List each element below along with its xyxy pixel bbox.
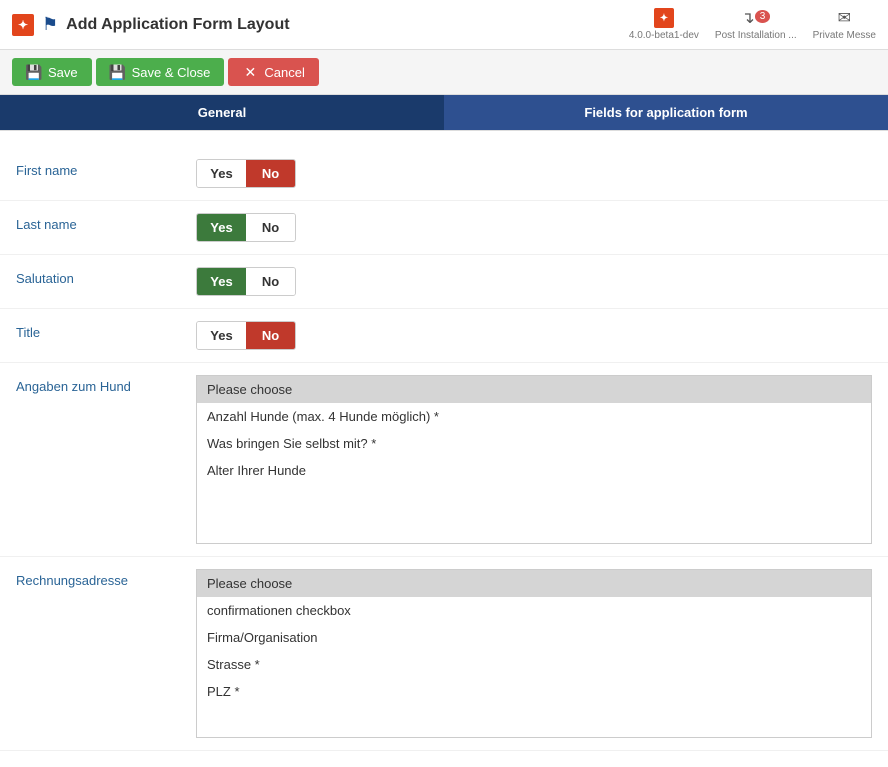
admin-joomla-icon: ✦ [654, 8, 674, 28]
field-first-name-control: Yes No [196, 159, 872, 188]
save-close-label: Save & Close [132, 65, 211, 80]
angaben-hund-placeholder: Please choose [197, 376, 871, 403]
joomla-logo-icon: ✦ [12, 14, 34, 36]
field-rechnungsadresse-control: Please choose confirmationen checkbox Fi… [196, 569, 872, 738]
field-first-name-label: First name [16, 159, 196, 178]
first-name-toggle[interactable]: Yes No [196, 159, 296, 188]
header-right: ✦ 4.0.0-beta1-dev ↴3 Post Installation .… [629, 8, 876, 41]
list-item[interactable]: Firma/Organisation [197, 624, 871, 651]
list-item[interactable]: Was bringen Sie selbst mit? * [197, 430, 871, 457]
list-item[interactable]: confirmationen checkbox [197, 597, 871, 624]
list-item[interactable]: Anzahl Hunde (max. 4 Hunde möglich) * [197, 403, 871, 430]
notification-badge: 3 [755, 10, 771, 23]
field-rechnungsadresse: Rechnungsadresse Please choose confirmat… [0, 557, 888, 751]
private-messages-group[interactable]: ✉ Private Messe [813, 8, 876, 41]
last-name-no-button[interactable]: No [246, 214, 295, 241]
toolbar: 💾 Save 💾 Save & Close ✕ Cancel [0, 50, 888, 95]
post-installation-group[interactable]: ↴3 Post Installation ... [715, 8, 797, 41]
angaben-hund-items: Anzahl Hunde (max. 4 Hunde möglich) * Wa… [197, 403, 871, 543]
field-angaben-hund-label: Angaben zum Hund [16, 375, 196, 394]
tab-general[interactable]: General [0, 95, 444, 130]
salutation-yes-button[interactable]: Yes [197, 268, 246, 295]
list-item[interactable]: Strasse * [197, 651, 871, 678]
title-no-button[interactable]: No [246, 322, 295, 349]
field-salutation-control: Yes No [196, 267, 872, 296]
field-last-name-control: Yes No [196, 213, 872, 242]
field-salutation-label: Salutation [16, 267, 196, 286]
salutation-no-button[interactable]: No [246, 268, 295, 295]
last-name-yes-button[interactable]: Yes [197, 214, 246, 241]
envelope-icon: ✉ [838, 8, 851, 28]
rechnungsadresse-placeholder: Please choose [197, 570, 871, 597]
rechnungsadresse-items: confirmationen checkbox Firma/Organisati… [197, 597, 871, 737]
field-last-name: Last name Yes No [0, 201, 888, 255]
tab-fields[interactable]: Fields for application form [444, 95, 888, 130]
title-yes-button[interactable]: Yes [197, 322, 246, 349]
list-item[interactable]: PLZ * [197, 678, 871, 705]
post-installation-icon: ↴3 [741, 8, 770, 28]
private-messages-label: Private Messe [813, 30, 876, 41]
angaben-hund-listbox[interactable]: Please choose Anzahl Hunde (max. 4 Hunde… [196, 375, 872, 544]
bookmark-icon: ⚑ [42, 14, 58, 35]
field-rechnungsadresse-label: Rechnungsadresse [16, 569, 196, 588]
save-close-icon: 💾 [110, 64, 126, 80]
field-salutation: Salutation Yes No [0, 255, 888, 309]
field-first-name: First name Yes No [0, 147, 888, 201]
rechnungsadresse-listbox[interactable]: Please choose confirmationen checkbox Fi… [196, 569, 872, 738]
field-last-name-label: Last name [16, 213, 196, 232]
form-content: First name Yes No Last name Yes No Salut… [0, 131, 888, 767]
first-name-no-button[interactable]: No [246, 160, 295, 187]
field-angaben-hund-control: Please choose Anzahl Hunde (max. 4 Hunde… [196, 375, 872, 544]
save-icon: 💾 [26, 64, 42, 80]
field-angaben-hund: Angaben zum Hund Please choose Anzahl Hu… [0, 363, 888, 557]
joomla-admin-icon-group: ✦ 4.0.0-beta1-dev [629, 8, 699, 41]
post-installation-label: Post Installation ... [715, 30, 797, 41]
tabs: General Fields for application form [0, 95, 888, 131]
salutation-toggle[interactable]: Yes No [196, 267, 296, 296]
save-button[interactable]: 💾 Save [12, 58, 92, 86]
cancel-label: Cancel [264, 65, 304, 80]
header-left: ✦ ⚑ Add Application Form Layout [12, 14, 290, 36]
version-label: 4.0.0-beta1-dev [629, 30, 699, 41]
save-label: Save [48, 65, 78, 80]
page-title: Add Application Form Layout [66, 16, 289, 34]
save-close-button[interactable]: 💾 Save & Close [96, 58, 225, 86]
title-toggle[interactable]: Yes No [196, 321, 296, 350]
cancel-button[interactable]: ✕ Cancel [228, 58, 318, 86]
first-name-yes-button[interactable]: Yes [197, 160, 246, 187]
header: ✦ ⚑ Add Application Form Layout ✦ 4.0.0-… [0, 0, 888, 50]
last-name-toggle[interactable]: Yes No [196, 213, 296, 242]
field-title-label: Title [16, 321, 196, 340]
list-item[interactable]: Alter Ihrer Hunde [197, 457, 871, 484]
field-title: Title Yes No [0, 309, 888, 363]
field-title-control: Yes No [196, 321, 872, 350]
cancel-icon: ✕ [242, 64, 258, 80]
